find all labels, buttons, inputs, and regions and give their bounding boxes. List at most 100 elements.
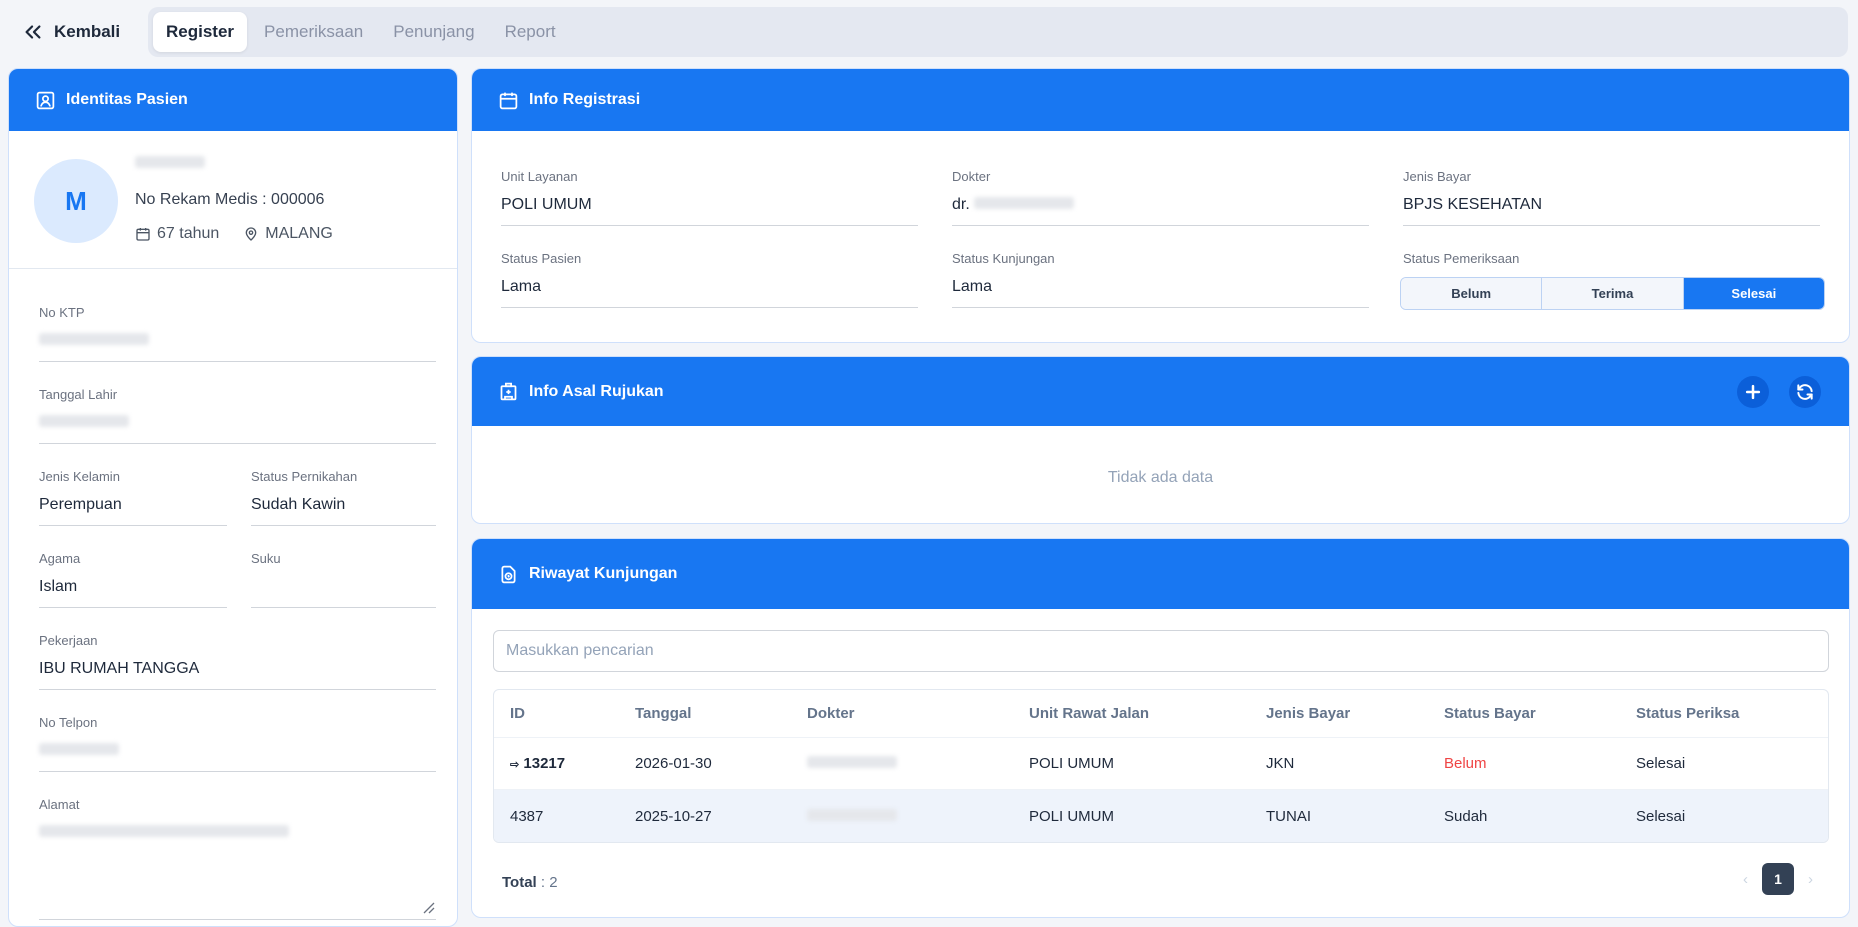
- add-rujukan-button[interactable]: [1737, 375, 1769, 408]
- field-alamat: Alamat: [39, 797, 436, 920]
- calendar-icon: [499, 92, 518, 109]
- tab-pemeriksaan[interactable]: Pemeriksaan: [251, 12, 376, 52]
- pekerjaan-value: IBU RUMAH TANGGA: [39, 660, 436, 690]
- cell-dokter: [791, 755, 1013, 772]
- col-header-dokter[interactable]: Dokter: [791, 705, 1013, 722]
- jenis-kelamin-label: Jenis Kelamin: [39, 469, 120, 484]
- col-header-status-bayar[interactable]: Status Bayar: [1428, 705, 1620, 722]
- status-option-selesai[interactable]: Selesai: [1683, 278, 1824, 309]
- dokter-prefix: dr.: [952, 196, 970, 213]
- next-page-icon[interactable]: ›: [1808, 871, 1813, 888]
- col-header-tanggal[interactable]: Tanggal: [619, 705, 791, 722]
- table-row[interactable]: ⇨ 13217 2026-01-30 POLI UMUM JKN Belum S…: [494, 738, 1828, 790]
- history-file-icon: [501, 565, 516, 583]
- current-visit-arrow-icon: ⇨: [510, 759, 520, 771]
- avatar: M: [34, 159, 118, 243]
- tab-penunjang[interactable]: Penunjang: [380, 12, 487, 52]
- dokter-label: Dokter: [952, 169, 991, 184]
- alamat-textarea[interactable]: [39, 824, 436, 920]
- patient-city: MALANG: [265, 225, 333, 242]
- patient-name: [135, 155, 205, 172]
- resize-handle-icon[interactable]: [421, 900, 435, 914]
- cell-status-bayar: Belum: [1444, 755, 1487, 772]
- col-header-unit[interactable]: Unit Rawat Jalan: [1013, 705, 1250, 722]
- tab-register[interactable]: Register: [153, 12, 248, 52]
- refresh-rujukan-button[interactable]: [1789, 375, 1821, 408]
- pagination: ‹ 1 ›: [1743, 863, 1813, 895]
- field-status-pemeriksaan: Status Pemeriksaan: [1403, 251, 1820, 278]
- table-row[interactable]: 4387 2025-10-27 POLI UMUM TUNAI Sudah Se…: [494, 790, 1828, 842]
- status-option-terima[interactable]: Terima: [1542, 278, 1684, 309]
- cell-id: 4387: [510, 807, 544, 825]
- col-header-jenis-bayar[interactable]: Jenis Bayar: [1250, 705, 1428, 722]
- cell-status-periksa: Selesai: [1636, 807, 1686, 825]
- status-pasien-value: Lama: [501, 278, 918, 308]
- no-ktp-value: [39, 332, 436, 362]
- jenis-bayar-value: BPJS KESEHATAN: [1403, 196, 1820, 226]
- field-agama: Agama Islam: [39, 551, 227, 608]
- dokter-value: dr.: [952, 196, 1369, 226]
- alamat-label: Alamat: [39, 797, 80, 812]
- cell-unit: POLI UMUM: [1029, 755, 1115, 772]
- status-pernikahan-label: Status Pernikahan: [251, 469, 358, 484]
- rujukan-empty-state: Tidak ada data: [1107, 469, 1214, 486]
- field-no-ktp: No KTP: [39, 305, 436, 362]
- field-tanggal-lahir: Tanggal Lahir: [39, 387, 436, 444]
- status-pemeriksaan-label: Status Pemeriksaan: [1403, 251, 1520, 266]
- calendar-icon: [136, 228, 150, 241]
- back-button[interactable]: Kembali: [22, 18, 120, 46]
- col-header-status-periksa[interactable]: Status Periksa: [1620, 705, 1828, 722]
- riwayat-card-title: Riwayat Kunjungan: [529, 565, 678, 582]
- id-badge-icon: [36, 91, 55, 109]
- registration-info-card: Info Registrasi Unit Layanan POLI UMUM D…: [471, 68, 1850, 343]
- search-input[interactable]: [493, 630, 1829, 672]
- status-option-belum[interactable]: Belum: [1401, 278, 1543, 309]
- riwayat-card-header: Riwayat Kunjungan: [472, 539, 1849, 609]
- suku-label: Suku: [251, 551, 281, 566]
- registration-card-title: Info Registrasi: [529, 91, 641, 108]
- plus-icon: [1745, 384, 1761, 399]
- field-unit-layanan: Unit Layanan POLI UMUM: [501, 169, 918, 226]
- patient-meta: 67 tahun MALANG: [135, 225, 333, 243]
- field-jenis-bayar: Jenis Bayar BPJS KESEHATAN: [1403, 169, 1820, 226]
- no-telepon-value: [39, 742, 436, 772]
- registration-card-header: Info Registrasi: [472, 69, 1849, 131]
- unit-layanan-label: Unit Layanan: [501, 169, 578, 184]
- page-button-current[interactable]: 1: [1762, 863, 1794, 895]
- location-pin-icon: [245, 227, 257, 241]
- cell-status-bayar: Sudah: [1444, 807, 1488, 825]
- back-label: Kembali: [54, 22, 121, 41]
- status-pemeriksaan-toggle: Belum Terima Selesai: [1400, 277, 1825, 310]
- prev-page-icon[interactable]: ‹: [1743, 871, 1748, 888]
- tanggal-lahir-label: Tanggal Lahir: [39, 387, 118, 402]
- field-no-telepon: No Telpon: [39, 715, 436, 772]
- suku-value: [251, 578, 436, 608]
- patient-identity-card: Identitas Pasien M No Rekam Medis : 0000…: [8, 68, 458, 927]
- agama-label: Agama: [39, 551, 81, 566]
- total-label: Total: [502, 874, 537, 891]
- cell-id-value: 13217: [523, 755, 566, 772]
- status-pasien-label: Status Pasien: [501, 251, 582, 266]
- rujukan-card-title: Info Asal Rujukan: [529, 382, 664, 400]
- patient-card-header: Identitas Pasien: [9, 69, 457, 131]
- field-suku: Suku: [251, 551, 436, 608]
- status-kunjungan-value: Lama: [952, 278, 1369, 308]
- rujukan-card-header: Info Asal Rujukan: [472, 357, 1849, 426]
- status-pernikahan-value: Sudah Kawin: [251, 496, 436, 526]
- rekam-medis-number: No Rekam Medis : 000006: [135, 191, 325, 208]
- jenis-kelamin-value: Perempuan: [39, 496, 227, 526]
- status-kunjungan-label: Status Kunjungan: [952, 251, 1055, 266]
- patient-age: 67 tahun: [157, 225, 220, 242]
- cell-id: ⇨ 13217: [494, 755, 619, 772]
- no-telepon-label: No Telpon: [39, 715, 98, 730]
- field-status-pernikahan: Status Pernikahan Sudah Kawin: [251, 469, 436, 526]
- cell-dokter: [791, 808, 1013, 825]
- tab-report[interactable]: Report: [492, 12, 569, 52]
- col-header-id[interactable]: ID: [494, 705, 619, 722]
- rujukan-card: Info Asal Rujukan Tidak ada data: [471, 356, 1850, 524]
- agama-value: Islam: [39, 578, 227, 608]
- no-ktp-label: No KTP: [39, 305, 85, 320]
- double-chevron-left-icon: [25, 25, 41, 39]
- field-dokter: Dokter dr.: [952, 169, 1369, 226]
- total-count: Total : 2: [502, 874, 558, 891]
